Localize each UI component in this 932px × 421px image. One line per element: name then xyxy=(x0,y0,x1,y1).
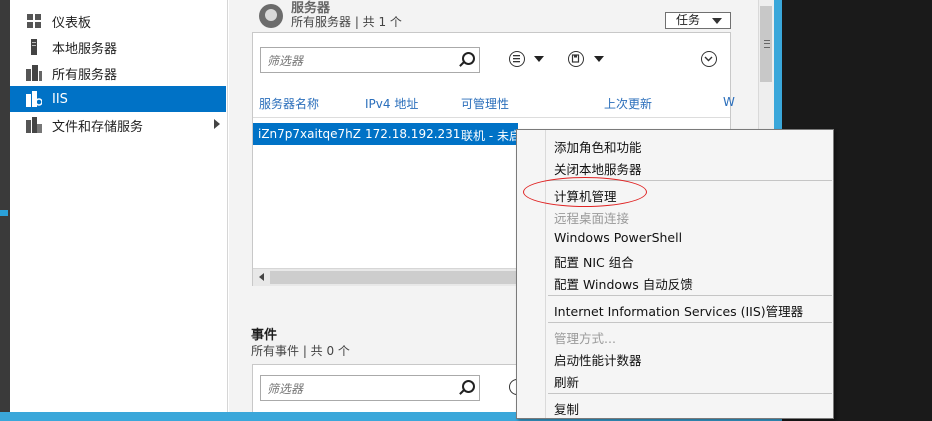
chevron-down-icon[interactable] xyxy=(534,56,544,62)
cell-ipv4: 172.18.192.231 xyxy=(365,127,461,141)
events-filter-input[interactable]: 筛选器 xyxy=(260,375,480,401)
menu-item-performance-counters[interactable]: 启动性能计数器 xyxy=(554,350,642,369)
menu-item-add-roles[interactable]: 添加角色和功能 xyxy=(554,137,642,156)
search-icon[interactable] xyxy=(462,52,475,65)
column-header-ipv4[interactable]: IPv4 地址 xyxy=(365,95,418,112)
server-globe-icon-inner xyxy=(265,9,277,21)
menu-item-powershell[interactable]: Windows PowerShell xyxy=(554,230,682,245)
sidebar-item-label: 所有服务器 xyxy=(52,67,118,83)
local-server-icon xyxy=(26,39,42,55)
chevron-down-icon xyxy=(712,18,722,24)
menu-item-shutdown-local-server[interactable]: 关闭本地服务器 xyxy=(554,159,642,178)
menu-separator xyxy=(548,322,832,323)
sidebar-item-local-server[interactable]: 本地服务器 xyxy=(10,34,226,60)
scrollbar-grip-icon xyxy=(764,43,770,44)
all-servers-icon xyxy=(26,65,42,81)
sidebar-item-iis[interactable]: IIS xyxy=(10,86,226,112)
sidebar-item-label: IIS xyxy=(52,91,68,107)
sidebar-item-dashboard[interactable]: 仪表板 xyxy=(10,8,226,34)
column-header-server-name[interactable]: 服务器名称 xyxy=(259,95,319,112)
menu-item-nic-teaming[interactable]: 配置 NIC 组合 xyxy=(554,252,634,271)
cell-server-name: iZn7p7xaitqe7hZ xyxy=(258,127,362,141)
sidebar-item-all-servers[interactable]: 所有服务器 xyxy=(10,60,226,86)
chevron-down-icon[interactable] xyxy=(594,56,604,62)
menu-item-iis-manager[interactable]: Internet Information Services (IIS)管理器 xyxy=(554,301,803,320)
column-header-manageability[interactable]: 可管理性 xyxy=(461,95,509,112)
servers-filter-input[interactable]: 筛选器 xyxy=(260,47,480,73)
sidebar-item-label: 本地服务器 xyxy=(52,41,118,57)
menu-item-manage-as: 管理方式... xyxy=(554,331,616,346)
dashboard-icon xyxy=(26,13,42,29)
search-icon[interactable] xyxy=(462,380,475,393)
menu-icon-gutter xyxy=(545,130,546,418)
chevron-right-icon[interactable] xyxy=(214,119,220,129)
sidebar: 仪表板 本地服务器 所有服务器 IIS 文件和存储服务 xyxy=(10,0,228,412)
header-divider xyxy=(253,117,730,118)
menu-separator xyxy=(548,393,832,394)
filter-placeholder: 筛选器 xyxy=(267,382,304,396)
menu-separator xyxy=(548,295,832,296)
sidebar-item-file-storage[interactable]: 文件和存储服务 xyxy=(10,112,226,138)
events-section-title: 事件 xyxy=(251,328,278,343)
menu-item-refresh[interactable]: 刷新 xyxy=(554,372,579,391)
save-query-icon[interactable] xyxy=(568,51,584,67)
servers-section-subtitle: 所有服务器 | 共 1 个 xyxy=(291,15,402,29)
scroll-left-icon[interactable] xyxy=(259,273,264,281)
tasks-dropdown-button[interactable]: 任务 xyxy=(665,12,731,29)
filter-placeholder: 筛选器 xyxy=(267,54,304,68)
menu-item-windows-feedback[interactable]: 配置 Windows 自动反馈 xyxy=(554,274,693,293)
sidebar-item-label: 仪表板 xyxy=(52,15,92,31)
column-header-windows-activation[interactable]: W xyxy=(723,95,735,109)
events-section-subtitle: 所有事件 | 共 0 个 xyxy=(251,344,350,358)
file-storage-icon xyxy=(26,117,42,133)
cell-manageability: 联机 - 未启 xyxy=(461,129,521,143)
scrollbar-grip-icon xyxy=(764,40,770,48)
taskbar-accent xyxy=(0,210,8,216)
menu-item-copy[interactable]: 复制 xyxy=(554,399,579,418)
list-options-icon[interactable] xyxy=(509,51,525,67)
expand-collapse-icon[interactable] xyxy=(701,51,717,67)
horizontal-scrollbar-thumb[interactable] xyxy=(270,271,518,284)
annotation-highlight-oval xyxy=(523,177,647,207)
sidebar-item-label: 文件和存储服务 xyxy=(52,119,144,135)
column-header-last-update[interactable]: 上次更新 xyxy=(604,95,652,112)
iis-icon xyxy=(26,91,43,107)
menu-item-remote-desktop: 远程桌面连接 xyxy=(554,211,630,226)
tasks-label: 任务 xyxy=(676,13,701,27)
